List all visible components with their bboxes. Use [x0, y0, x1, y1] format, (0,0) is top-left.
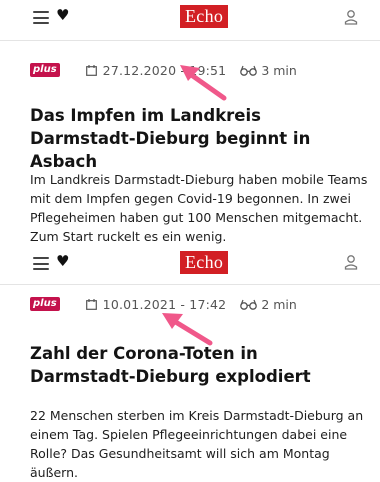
article-headline[interactable]: Zahl der Corona-Toten in Darmstadt-Diebu… — [30, 342, 365, 388]
hamburger-menu-icon[interactable] — [33, 11, 49, 24]
article-headline[interactable]: Das Impfen im Landkreis Darmstadt-Diebur… — [30, 104, 365, 173]
article-screenshot-2: ♥ Echo plus 10.01.2021 - 17:42 2 min Zah… — [0, 248, 380, 482]
echo-logo[interactable]: Echo — [180, 5, 229, 28]
calendar-icon — [85, 298, 97, 310]
calendar-icon — [85, 64, 97, 76]
echo-logo[interactable]: Echo — [180, 251, 229, 274]
header-divider — [0, 40, 380, 41]
hamburger-menu-icon[interactable] — [33, 257, 49, 270]
article-meta: plus 27.12.2020 - 19:51 3 min — [30, 61, 297, 79]
article-teaser[interactable]: Im Landkreis Darmstadt-Dieburg haben mob… — [30, 170, 370, 246]
glasses-icon — [240, 299, 258, 310]
read-time: 3 min — [261, 62, 297, 78]
plus-badge: plus — [30, 63, 60, 77]
article-meta: plus 10.01.2021 - 17:42 2 min — [30, 295, 297, 313]
heart-icon[interactable]: ♥ — [56, 8, 69, 23]
user-icon[interactable] — [344, 254, 358, 270]
header-divider — [0, 284, 380, 285]
article-teaser[interactable]: 22 Menschen sterben im Kreis Darmstadt-D… — [30, 406, 370, 482]
publish-date: 10.01.2021 - 17:42 — [102, 296, 227, 312]
user-icon[interactable] — [344, 9, 358, 25]
read-time: 2 min — [261, 296, 297, 312]
plus-badge: plus — [30, 297, 60, 311]
article-screenshot-1: ♥ Echo plus 27.12.2020 - 19:51 3 min Das… — [0, 0, 380, 248]
heart-icon[interactable]: ♥ — [56, 254, 69, 269]
publish-date: 27.12.2020 - 19:51 — [102, 62, 227, 78]
app-header: ♥ Echo — [0, 0, 380, 38]
app-header: ♥ Echo — [0, 248, 380, 286]
glasses-icon — [240, 65, 258, 76]
